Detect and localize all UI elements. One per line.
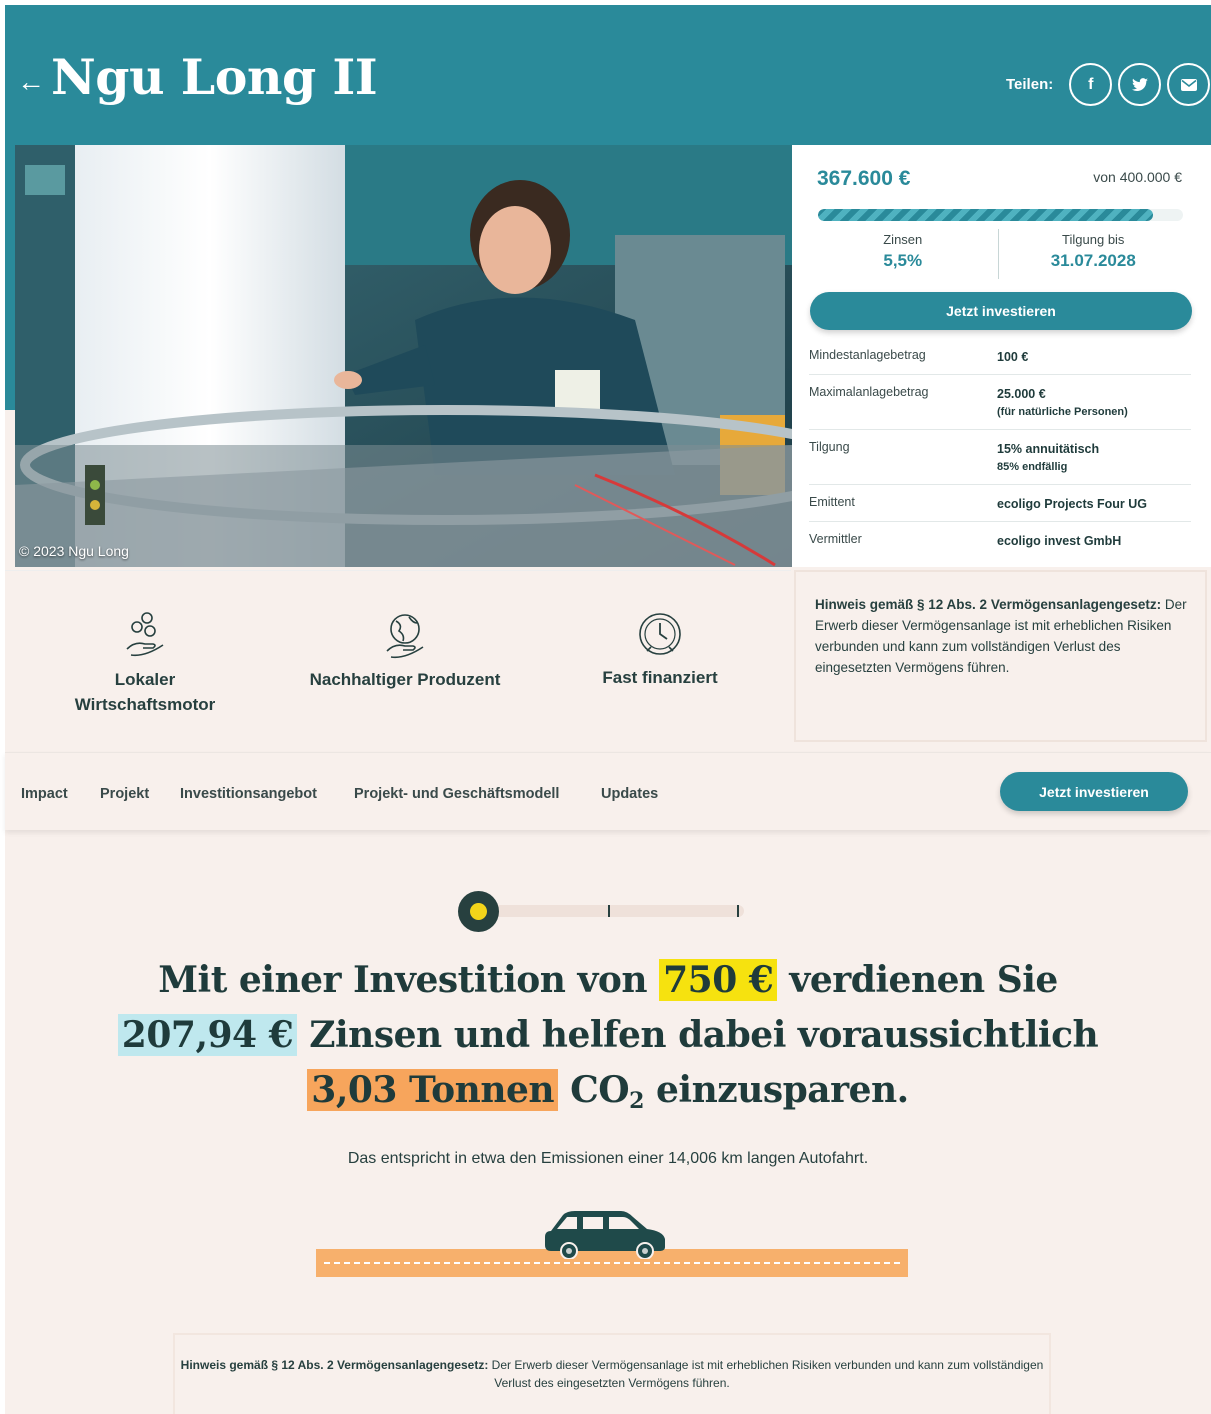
- terms-list: Mindestanlagebetrag 100 € Maximalanlageb…: [809, 338, 1191, 558]
- co2-saved: 3,03 Tonnen: [307, 1069, 559, 1111]
- investment-amount: 750 €: [659, 959, 778, 1001]
- funding-goal: von 400.000 €: [1093, 169, 1182, 185]
- nav-item-projekt[interactable]: Projekt: [100, 786, 149, 802]
- slider-tick: [737, 905, 739, 917]
- risk-notice: Hinweis gemäß § 12 Abs. 2 Vermögensanlag…: [794, 570, 1207, 742]
- feature-label: Nachhaltiger Produzent: [309, 670, 501, 689]
- email-share-button[interactable]: [1167, 63, 1211, 106]
- interest-kpi: Zinsen 5,5%: [808, 229, 998, 279]
- funding-panel: 367.600 € von 400.000 € Zinsen 5,5% Tilg…: [792, 145, 1211, 567]
- term-row: Emittent ecoligo Projects Four UG: [809, 485, 1191, 522]
- facebook-share-button[interactable]: f: [1069, 63, 1113, 106]
- impact-text: Zinsen und helfen dabei voraussichtlich: [309, 1014, 1099, 1056]
- term-value: ecoligo Projects Four UG: [997, 497, 1148, 511]
- feature-highlights: Lokaler Wirtschaftsmotor Nachhaltiger Pr…: [5, 570, 791, 742]
- investment-slider[interactable]: [458, 889, 748, 933]
- funding-progress-fill: [818, 209, 1154, 221]
- emission-equivalent: Das entspricht in etwa den Emissionen ei…: [347, 1150, 869, 1167]
- funding-progress-bar: [818, 209, 1183, 221]
- bottom-risk-notice: Hinweis gemäß § 12 Abs. 2 Vermögensanlag…: [173, 1333, 1051, 1414]
- risk-notice-text: Der Erwerb dieser Vermögensanlage ist mi…: [488, 1358, 1044, 1390]
- interest-label: Zinsen: [883, 232, 923, 247]
- email-icon: [1180, 78, 1197, 91]
- term-value-note: (für natürliche Personen): [997, 406, 1128, 418]
- feature-sustainable-producer: Nachhaltiger Produzent: [290, 611, 520, 692]
- nav-item-investitionsangebot[interactable]: Investitionsangebot: [180, 786, 317, 802]
- term-row: Mindestanlagebetrag 100 €: [809, 338, 1191, 375]
- nav-item-impact[interactable]: Impact: [21, 786, 68, 802]
- feature-local-economy: Lokaler Wirtschaftsmotor: [45, 611, 245, 717]
- funding-kpis: Zinsen 5,5% Tilgung bis 31.07.2028: [808, 229, 1188, 279]
- term-value-group: 15% annuitätisch 85% endfällig: [997, 440, 1099, 476]
- twitter-share-button[interactable]: [1118, 63, 1162, 106]
- repayment-value: 31.07.2028: [1050, 251, 1136, 270]
- feature-label: Fast finanziert: [602, 668, 718, 687]
- back-arrow-icon[interactable]: ←: [17, 67, 45, 97]
- term-value: 25.000 €: [997, 387, 1046, 401]
- slider-knob[interactable]: [458, 891, 499, 932]
- interest-earned: 207,94 €: [117, 1014, 298, 1056]
- impact-headline: Mit einer Investition von 750 € verdiene…: [105, 953, 1111, 1118]
- share-label: Teilen:: [1006, 76, 1054, 93]
- term-label: Mindestanlagebetrag: [809, 348, 926, 362]
- slider-tick: [608, 905, 610, 917]
- facebook-icon: f: [1088, 75, 1094, 93]
- term-value-note: 85% endfällig: [997, 461, 1068, 473]
- impact-text: einzusparen.: [656, 1069, 909, 1111]
- term-row: Vermittler ecoligo invest GmbH: [809, 522, 1191, 558]
- project-photo: © 2023 Ngu Long: [15, 145, 793, 567]
- nav-invest-button[interactable]: Jetzt investieren: [1000, 772, 1188, 811]
- repayment-kpi: Tilgung bis 31.07.2028: [997, 229, 1189, 279]
- interest-value: 5,5%: [883, 251, 923, 270]
- raised-amount: 367.600 €: [817, 167, 911, 190]
- co2-label: CO2: [570, 1069, 644, 1114]
- invest-button[interactable]: Jetzt investieren: [810, 292, 1192, 330]
- nav-item-updates[interactable]: Updates: [601, 786, 658, 802]
- section-nav: Impact Projekt Investitionsangebot Proje…: [5, 752, 1211, 830]
- impact-text: verdienen Sie: [789, 959, 1058, 1001]
- feature-label: Lokaler Wirtschaftsmotor: [74, 670, 216, 714]
- road-center-line: [324, 1262, 900, 1264]
- clock-icon: [639, 613, 681, 655]
- term-label: Emittent: [809, 495, 855, 509]
- term-value: 100 €: [997, 350, 1029, 364]
- twitter-icon: [1131, 77, 1148, 91]
- term-label: Vermittler: [809, 532, 862, 546]
- coins-hand-icon: [126, 612, 164, 657]
- term-value: 15% annuitätisch: [997, 442, 1100, 456]
- repayment-label: Tilgung bis: [1062, 232, 1125, 247]
- term-label: Maximalanlagebetrag: [809, 385, 929, 399]
- globe-hand-icon: [386, 614, 424, 659]
- nav-item-geschaeftsmodell[interactable]: Projekt- und Geschäftsmodell: [354, 786, 559, 802]
- share-bar: Teilen: f: [1006, 63, 1211, 106]
- term-value-group: 25.000 € (für natürliche Personen): [997, 385, 1128, 421]
- impact-text: Mit einer Investition von: [158, 959, 648, 1001]
- term-row: Maximalanlagebetrag 25.000 € (für natürl…: [809, 375, 1191, 430]
- term-label: Tilgung: [809, 440, 850, 454]
- risk-notice-title: Hinweis gemäß § 12 Abs. 2 Vermögensanlag…: [180, 1358, 489, 1372]
- term-value: ecoligo invest GmbH: [997, 534, 1122, 548]
- slider-track[interactable]: [476, 905, 744, 917]
- risk-notice-title: Hinweis gemäß § 12 Abs. 2 Vermögensanlag…: [815, 597, 1162, 612]
- term-row: Tilgung 15% annuitätisch 85% endfällig: [809, 430, 1191, 485]
- page: ← Ngu Long II Teilen: f © 2023 Ngu Long …: [5, 5, 1211, 1414]
- car-icon: [545, 1211, 665, 1259]
- factory-worker-photo: [15, 145, 793, 567]
- photo-credit: © 2023 Ngu Long: [19, 543, 129, 559]
- page-title: Ngu Long II: [51, 48, 378, 106]
- feature-almost-funded: Fast finanziert: [575, 611, 745, 690]
